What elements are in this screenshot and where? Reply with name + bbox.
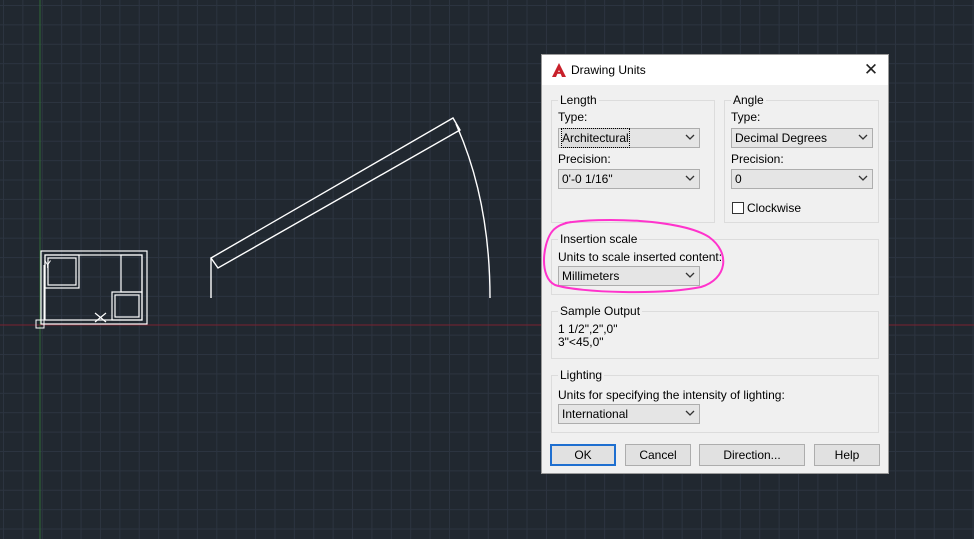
ucs-icon: Y xyxy=(35,259,52,329)
chevron-down-icon xyxy=(685,134,695,140)
length-precision-select[interactable]: 0'-0 1/16" xyxy=(558,169,700,189)
chevron-down-icon xyxy=(858,175,868,181)
clockwise-checkbox[interactable] xyxy=(732,202,744,214)
direction-button[interactable]: Direction... xyxy=(699,444,805,466)
floor-plan-block[interactable] xyxy=(40,250,148,325)
sample-output-line-1: 1 1/2",2",0" xyxy=(558,322,618,336)
angle-precision-select[interactable]: 0 xyxy=(731,169,873,189)
chevron-down-icon xyxy=(858,134,868,140)
angle-precision-value: 0 xyxy=(735,172,742,186)
angle-type-value: Decimal Degrees xyxy=(735,131,828,145)
length-type-label: Type: xyxy=(558,110,588,124)
sample-output-legend: Sample Output xyxy=(558,304,643,318)
door-swing-geometry[interactable] xyxy=(209,117,491,299)
lighting-units-value: International xyxy=(562,407,629,421)
angle-type-label: Type: xyxy=(731,110,761,124)
angle-group: Angle Type: Decimal Degrees Precision: 0… xyxy=(724,93,879,223)
lighting-units-select[interactable]: International xyxy=(558,404,700,424)
chevron-down-icon xyxy=(685,175,695,181)
ok-button[interactable]: OK xyxy=(550,444,616,466)
angle-legend: Angle xyxy=(731,93,766,107)
length-precision-value: 0'-0 1/16" xyxy=(562,172,613,186)
sample-output-line-2: 3"<45,0" xyxy=(558,335,604,349)
length-precision-label: Precision: xyxy=(558,152,611,166)
clockwise-label[interactable]: Clockwise xyxy=(747,201,801,215)
close-icon[interactable]: ✕ xyxy=(860,59,882,81)
lighting-units-label: Units for specifying the intensity of li… xyxy=(558,388,785,402)
dialog-title: Drawing Units xyxy=(571,63,646,77)
angle-type-select[interactable]: Decimal Degrees xyxy=(731,128,873,148)
title-bar[interactable]: Drawing Units ✕ xyxy=(542,55,888,85)
autocad-a-icon xyxy=(552,63,566,77)
highlight-annotation xyxy=(543,218,725,294)
help-button[interactable]: Help xyxy=(814,444,880,466)
angle-precision-label: Precision: xyxy=(731,152,784,166)
lighting-legend: Lighting xyxy=(558,368,605,382)
sample-output-group: Sample Output 1 1/2",2",0" 3"<45,0" xyxy=(551,304,879,359)
length-type-select[interactable]: Architectural xyxy=(558,128,700,148)
length-type-value: Architectural xyxy=(561,128,630,148)
lighting-group: Lighting Units for specifying the intens… xyxy=(551,368,879,433)
length-legend: Length xyxy=(558,93,599,107)
cancel-button[interactable]: Cancel xyxy=(625,444,691,466)
chevron-down-icon xyxy=(685,410,695,416)
length-group: Length Type: Architectural Precision: 0'… xyxy=(551,93,715,223)
